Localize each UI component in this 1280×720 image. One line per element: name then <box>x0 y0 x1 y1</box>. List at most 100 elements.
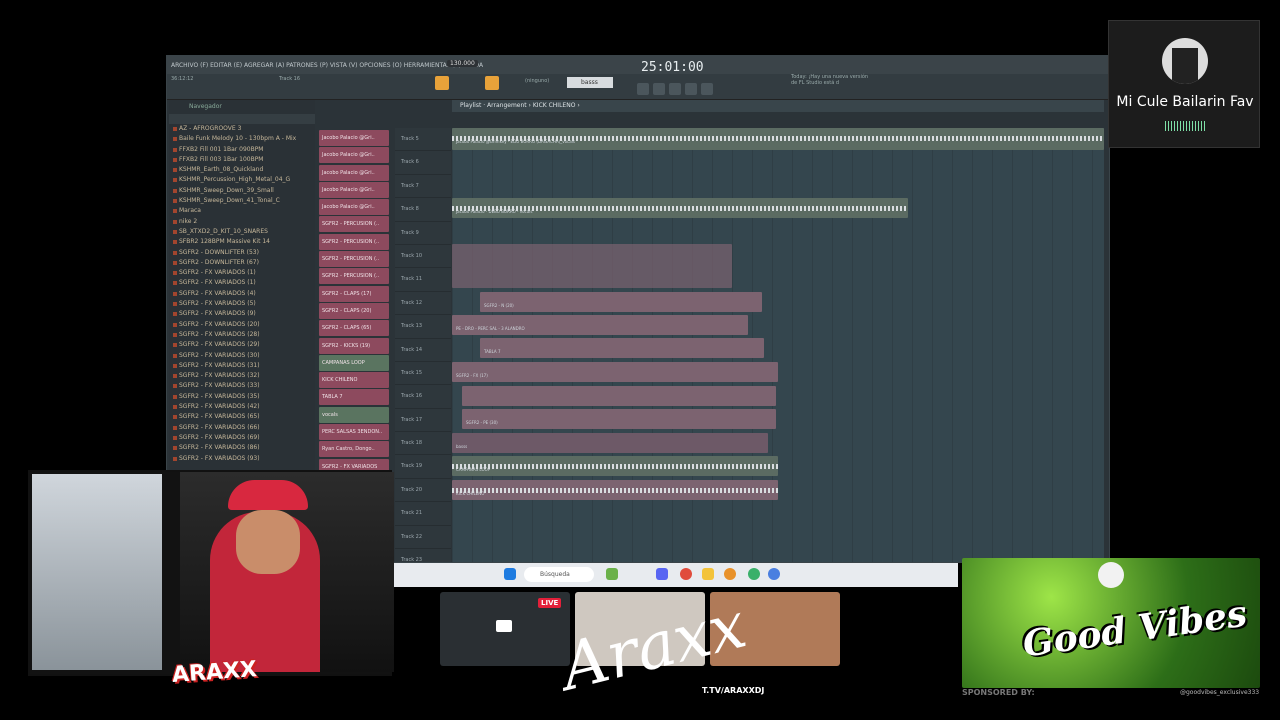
track-header[interactable]: Track 13 <box>395 315 451 339</box>
track-header[interactable]: Track 23 <box>395 549 451 562</box>
track-header[interactable]: Track 8 <box>395 198 451 222</box>
messenger-icon[interactable] <box>768 568 780 580</box>
browser-item[interactable]: SGFR2 - FX VARIADOS (33) <box>169 381 315 391</box>
channel-button[interactable]: Ryan Castro, Dongo.. <box>319 441 389 458</box>
app-icon[interactable] <box>606 568 618 580</box>
channel-button[interactable]: SGFR2 - PERCUSION (.. <box>319 251 389 268</box>
piano-roll-icon[interactable] <box>653 82 665 95</box>
channel-button[interactable]: Jacobo Palacio @Gri.. <box>319 130 389 146</box>
browser-item[interactable]: SGFR2 - FX VARIADOS (32) <box>169 371 315 381</box>
tool-orange-icon[interactable] <box>435 76 449 90</box>
playlist-title[interactable]: Playlist · Arrangement › KICK CHILENO › <box>452 100 1104 112</box>
browser-item[interactable]: SGFR2 - FX VARIADOS (1) <box>169 268 315 278</box>
snap-icon[interactable] <box>485 76 499 90</box>
browser-item[interactable]: SFBR2 128BPM Massive Kit 14 <box>169 237 315 247</box>
playlist-grid[interactable]: Jacobo Palacio @Grimkey - EDO BORRO (DAI… <box>452 128 1104 562</box>
browser-item[interactable]: SGFR2 - DOWNLIFTER (53) <box>169 248 315 258</box>
browser-item[interactable]: SGFR2 - FX VARIADOS (69) <box>169 433 315 443</box>
browser-item[interactable]: SGFR2 - FX VARIADOS (30) <box>169 351 315 361</box>
browser-item[interactable]: SGFR2 - DOWNLIFTER (67) <box>169 258 315 268</box>
track-header[interactable]: Track 15 <box>395 362 451 386</box>
track-header[interactable]: Track 20 <box>395 479 451 503</box>
browser-item[interactable]: SGFR2 - FX VARIADOS (28) <box>169 330 315 340</box>
track-header[interactable]: Track 21 <box>395 502 451 526</box>
browser-item[interactable]: FFXB2 Fill 001 1Bar 090BPM <box>169 145 315 155</box>
clap-clips[interactable]: SGFR2 - N (20) <box>480 292 762 312</box>
browser-item[interactable]: SGFR2 - FX VARIADOS (29) <box>169 340 315 350</box>
browser-item[interactable]: KSHMR_Earth_08_Quickland <box>169 165 315 175</box>
channel-button[interactable]: SGFR2 - PERCUSION (.. <box>319 216 389 233</box>
kick-clip[interactable]: KICK CHILENO <box>452 480 778 500</box>
track-header[interactable]: Track 5 <box>395 128 451 152</box>
browser-item[interactable]: SGFR2 - FX VARIADOS (9) <box>169 309 315 319</box>
browser-item[interactable]: SGFR2 - FX VARIADOS (4) <box>169 289 315 299</box>
browser-item[interactable]: SGFR2 - FX VARIADOS (65) <box>169 412 315 422</box>
channel-button[interactable]: Jacobo Palacio @Gri.. <box>319 147 389 164</box>
plugin-icon[interactable] <box>701 82 713 95</box>
pattern-selector[interactable]: basss <box>567 77 613 88</box>
whatsapp-icon[interactable] <box>748 568 760 580</box>
fx-clip[interactable]: SGFR2 - PE (30) <box>462 409 776 429</box>
browser-item[interactable]: KSHMR_Sweep_Down_41_Tonal_C <box>169 196 315 206</box>
channel-button[interactable]: SGFR2 - PERCUSION (.. <box>319 268 389 285</box>
browser-item[interactable]: SGFR2 - FX VARIADOS (31) <box>169 361 315 371</box>
channel-button[interactable]: Jacobo Palacio @Gri.. <box>319 199 389 216</box>
channel-button[interactable]: CAMPANAS LOOP <box>319 354 389 371</box>
browser-item[interactable]: SB_XTXD2_D_KIT_10_SNARES <box>169 227 315 237</box>
track-header[interactable]: Track 17 <box>395 409 451 433</box>
channel-button[interactable]: SGFR2 - CLAPS (65) <box>319 320 389 337</box>
channel-button[interactable]: SGFR2 - CLAPS (17) <box>319 285 389 302</box>
channel-button[interactable]: vocals <box>319 406 389 423</box>
perc-clips[interactable] <box>452 244 732 288</box>
track-header[interactable]: Track 14 <box>395 339 451 362</box>
browser-item[interactable]: SGFR2 - FX VARIADOS (5) <box>169 299 315 309</box>
campanas-clip[interactable]: CAMPANAS LOOP <box>452 456 778 476</box>
menu-bar[interactable]: ARCHIVO (F) EDITAR (E) AGREGAR (A) PATRO… <box>167 56 1109 74</box>
channel-button[interactable]: Jacobo Palacio @Gri.. <box>319 164 389 181</box>
menu-text[interactable]: ARCHIVO (F) EDITAR (E) AGREGAR (A) PATRO… <box>171 62 483 69</box>
browser-item[interactable]: SGFR2 - FX VARIADOS (35) <box>169 392 315 402</box>
browser-item[interactable]: KSHMR_Percussion_High_Metal_04_G <box>169 175 315 185</box>
fl-studio-icon[interactable] <box>724 568 736 580</box>
channel-button[interactable]: Jacobo Palacio @Gri.. <box>319 181 389 198</box>
track-header[interactable]: Track 18 <box>395 432 451 456</box>
live-preview[interactable]: LIVE <box>440 592 570 666</box>
tempo-display[interactable]: 130.000 <box>447 60 478 67</box>
browser-item[interactable]: SGFR2 - FX VARIADOS (1) <box>169 278 315 288</box>
vocal-clip[interactable]: Jacobo Palacio @Grimkey - EDO BORRO (DAI… <box>452 128 1104 150</box>
browser-item[interactable]: Maraca <box>169 206 315 216</box>
track-header[interactable]: Track 11 <box>395 268 451 292</box>
browser-item[interactable]: FFXB2 Fill 003 1Bar 100BPM <box>169 155 315 165</box>
track-header[interactable]: Track 10 <box>395 245 451 269</box>
browser-item[interactable]: SGFR2 - FX VARIADOS (20) <box>169 320 315 330</box>
channel-button[interactable]: KICK CHILENO <box>319 372 389 389</box>
browser-item[interactable]: KSHMR_Sweep_Down_39_Small <box>169 186 315 196</box>
track-header[interactable]: Track 16 <box>395 385 451 409</box>
mixer-icon[interactable] <box>669 82 681 95</box>
chrome-icon[interactable] <box>680 568 692 580</box>
track-header[interactable]: Track 12 <box>395 292 451 316</box>
vocal-clip[interactable]: Jacobo Palacio - DEBO BORRO - vocals <box>452 198 908 218</box>
browser-item[interactable]: SGFR2 - FX VARIADOS (93) <box>169 454 315 464</box>
discord-icon[interactable] <box>656 568 668 580</box>
bass-clip[interactable]: basss <box>452 433 768 453</box>
browser-item[interactable]: Baile Funk Melody 10 - 130bpm A - Mix <box>169 134 315 144</box>
browser-item[interactable]: SGFR2 - FX VARIADOS (42) <box>169 402 315 412</box>
track-header[interactable]: Track 7 <box>395 175 451 199</box>
channel-button[interactable]: SGFR2 - KICKS (19) <box>319 337 389 354</box>
browser-item[interactable]: nike 2 <box>169 217 315 227</box>
channel-button[interactable]: SGFR2 - CLAPS (20) <box>319 302 389 319</box>
track-header[interactable]: Track 19 <box>395 455 451 479</box>
folder-icon[interactable] <box>702 568 714 580</box>
step-seq-icon[interactable] <box>637 82 649 95</box>
mixer-target[interactable]: (ninguno) <box>525 78 549 84</box>
track-header[interactable]: Track 6 <box>395 151 451 175</box>
browser-item[interactable]: AZ - AFROGROOVE 3 <box>169 124 315 134</box>
channel-button[interactable]: PERC SALSAS 3ENDON.. <box>319 424 389 441</box>
taskbar-search[interactable]: Búsqueda <box>524 567 594 582</box>
tabla-clip[interactable]: TABLA 7 <box>480 338 764 358</box>
fx-clip[interactable]: SGFR2 - FX (17) <box>452 362 778 382</box>
browser-toolbar[interactable] <box>169 114 315 124</box>
browser-item[interactable]: SGFR2 - FX VARIADOS (66) <box>169 423 315 433</box>
channel-button[interactable]: SGFR2 - PERCUSION (.. <box>319 233 389 250</box>
